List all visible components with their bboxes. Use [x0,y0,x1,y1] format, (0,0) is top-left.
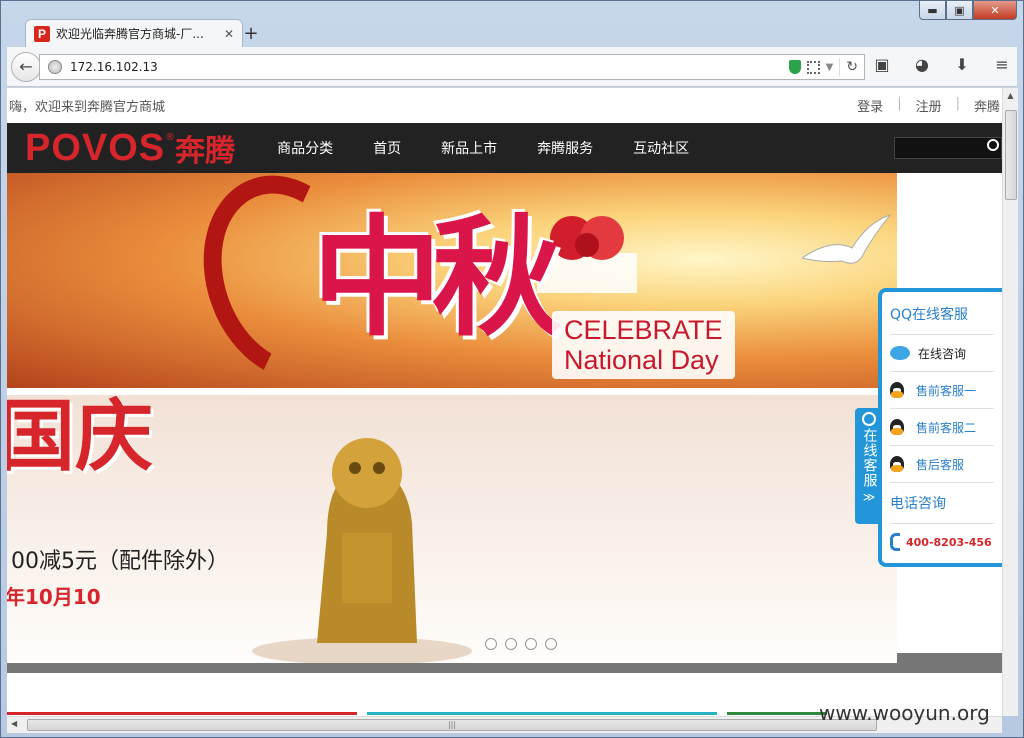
cs-item-presale-2[interactable]: 售前客服二 [890,409,994,446]
qr-code-icon[interactable] [806,60,820,74]
color-line-teal [367,712,717,715]
promo-banner[interactable]: 中秋 CELEBRATE National Day 国庆 00减5元（配件除外）… [7,173,897,663]
welcome-text: 嗨，欢迎来到奔腾官方商城 [9,100,166,115]
celebrate-line2: National Day [564,345,719,375]
carousel-dots [485,638,557,650]
url-text[interactable]: 172.16.102.13 [70,60,789,74]
scroll-left-arrow-icon[interactable]: ◀ [11,719,17,728]
nav-item-categories[interactable]: 商品分类 [277,138,333,158]
qq-service-title: QQ在线客服 [890,296,994,335]
page-viewport: 嗨，欢迎来到奔腾官方商城 登录 | 注册 | 奔腾 POVOS ® 奔腾 商品分… [7,88,1002,716]
nav-item-new-products[interactable]: 新品上市 [441,138,497,158]
phone-consult-title: 电话咨询 [890,483,994,524]
divider: | [897,96,902,111]
scroll-up-arrow-icon[interactable]: ▲ [1003,88,1018,104]
celebrate-line1: CELEBRATE [564,315,723,345]
navigation-bar: ← 172.16.102.13 ▼ ↻ ▣ ◕ ⬇ ≡ [7,47,1017,87]
horizontal-scroll-thumb[interactable]: ||| [27,719,877,731]
download-icon[interactable]: ⬇ [953,55,971,74]
toolbar-icons: ▣ ◕ ⬇ ≡ [873,55,1011,74]
carousel-dot[interactable] [485,638,497,650]
nav-item-service[interactable]: 奔腾服务 [537,138,593,158]
celebrate-badge: CELEBRATE National Day [552,311,735,379]
seagull-image [802,213,892,264]
double-chevron-icon: ≫ [862,490,876,504]
person-icon [862,412,876,426]
banner-slide-top: 中秋 CELEBRATE National Day [7,173,897,405]
carousel-dot[interactable] [505,638,517,650]
search-icon[interactable] [987,139,999,151]
nav-item-community[interactable]: 互动社区 [633,138,689,158]
benteng-link[interactable]: 奔腾 [974,96,1000,115]
vertical-scroll-thumb[interactable] [1005,110,1017,200]
shield-icon[interactable] [788,60,801,74]
vertical-scrollbar[interactable]: ▲ [1002,88,1018,716]
watermark-text: www.wooyun.org [819,701,990,725]
cs-item-presale-1[interactable]: 售前客服一 [890,372,994,409]
site-header: POVOS ® 奔腾 商品分类 首页 新品上市 奔腾服务 互动社区 [7,123,1002,173]
palette-icon[interactable]: ◕ [913,55,931,74]
cs-item-online-consult[interactable]: 在线咨询 [890,335,994,372]
carousel-dot[interactable] [525,638,537,650]
login-link[interactable]: 登录 [857,96,883,115]
customer-service-panel: QQ在线客服 在线咨询 售前客服一 售前客服二 售后客服 电话咨询 400-82… [878,288,1002,567]
qq-penguin-icon [890,382,904,398]
dropdown-icon[interactable]: ▼ [826,62,834,73]
logo-text-cn: 奔腾 [175,134,236,169]
cs-item-aftersale[interactable]: 售后客服 [890,446,994,483]
site-search-input[interactable] [894,137,1002,159]
site-topbar: 嗨，欢迎来到奔腾官方商城 登录 | 注册 | 奔腾 [7,88,1002,123]
promo-date-text: 年10月10 [7,585,101,609]
tab-close-icon[interactable]: ✕ [224,27,234,41]
new-tab-button[interactable]: + [241,23,261,44]
phone-number[interactable]: 400-8203-456 [906,536,992,549]
address-bar[interactable]: 172.16.102.13 ▼ ↻ [39,54,865,80]
banner-bottom-strip [7,663,1002,673]
qq-penguin-icon [890,419,904,435]
menu-icon[interactable]: ≡ [993,55,1011,74]
tab-title: 欢迎光临奔腾官方商城-厂... [56,27,204,41]
tab-strip: P 欢迎光临奔腾官方商城-厂... ✕ + [9,17,1015,47]
customer-service-tab-label: 在线客服 [861,428,878,488]
chat-bubble-icon [890,346,910,360]
national-day-title: 国庆 [7,392,154,482]
reader-icon[interactable]: ▣ [873,55,891,74]
nav-item-home[interactable]: 首页 [373,138,401,158]
phone-row: 400-8203-456 [890,524,994,560]
site-logo[interactable]: POVOS ® 奔腾 [25,126,235,170]
color-line-red [7,712,357,715]
cs-item-label: 售前客服一 [916,383,977,398]
globe-icon [48,60,62,74]
register-link[interactable]: 注册 [916,96,942,115]
logo-text-en: POVOS [25,126,166,169]
phone-icon [890,533,900,551]
site-favicon-icon: P [34,25,50,42]
carousel-dot[interactable] [545,638,557,650]
reload-icon[interactable]: ↻ [846,59,858,75]
browser-tab[interactable]: P 欢迎光临奔腾官方商城-厂... ✕ [25,19,243,47]
topbar-links: 登录 | 注册 | 奔腾 [857,96,1000,115]
qq-penguin-icon [890,456,904,472]
mid-autumn-title: 中秋 [312,202,562,354]
logo-registered-mark: ® [165,132,176,143]
divider [839,58,841,76]
promo-discount-text: 00减5元（配件除外） [11,549,229,574]
cs-item-label: 在线咨询 [918,346,967,361]
color-line-green [727,712,827,715]
main-nav: 商品分类 首页 新品上市 奔腾服务 互动社区 [277,138,689,158]
back-arrow-icon[interactable]: ← [11,51,41,82]
cs-item-label: 售后客服 [916,457,965,472]
address-bar-icons: ▼ ↻ [788,58,864,76]
golden-lion-statue-image [252,438,472,663]
divider: | [955,96,960,111]
browser-window: ▬ ▣ ✕ P 欢迎光临奔腾官方商城-厂... ✕ + ← 172.16.102… [0,0,1024,738]
cs-item-label: 售前客服二 [916,420,977,435]
